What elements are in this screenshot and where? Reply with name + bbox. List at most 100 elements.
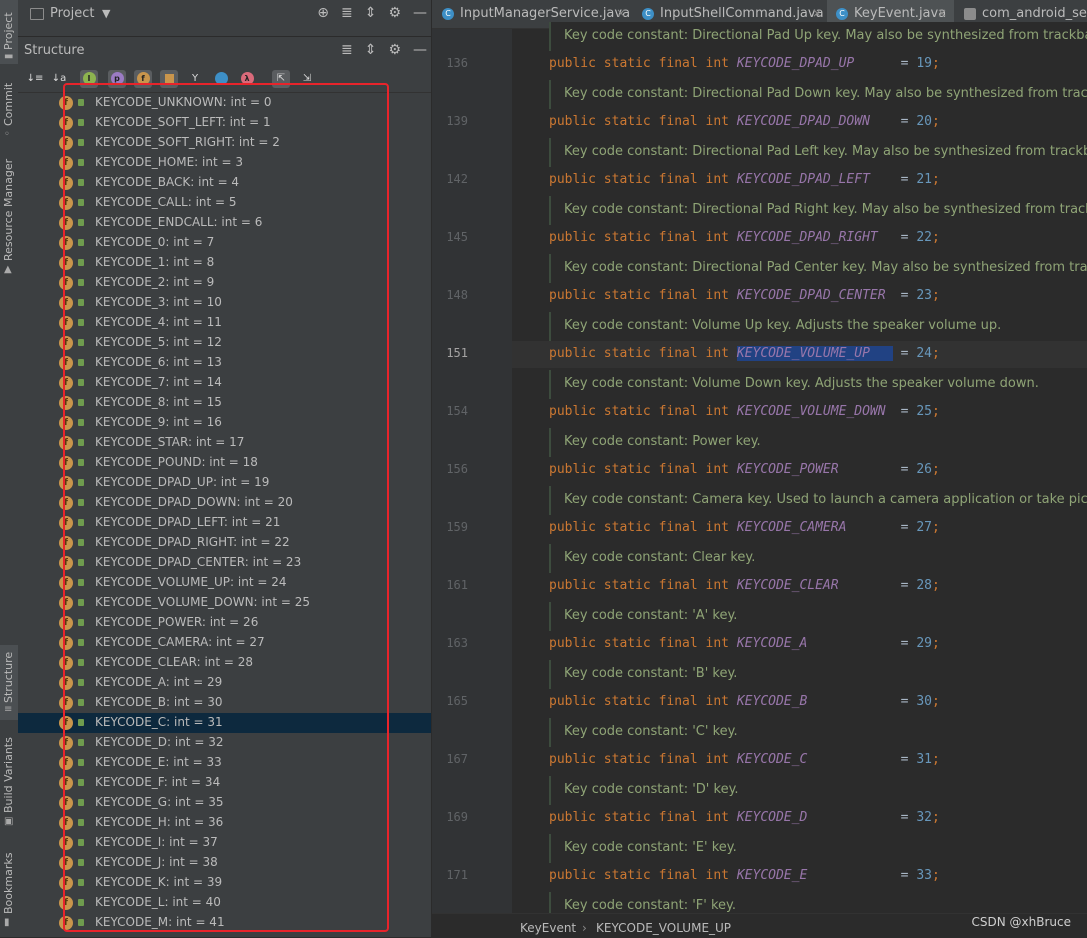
code-line[interactable]: public static final int KEYCODE_VOLUME_U… <box>549 346 940 361</box>
structure-tree-item[interactable]: f KEYCODE_SOFT_RIGHT: int = 2 <box>18 133 431 153</box>
code-line[interactable]: public static final int KEYCODE_E = 33; <box>549 868 940 883</box>
code-line[interactable]: public static final int KEYCODE_C = 31; <box>549 752 940 767</box>
expand-all-icon[interactable]: ⇕ <box>365 42 377 58</box>
show-lambdas-icon[interactable]: Y <box>186 70 204 88</box>
structure-tree-item[interactable]: f KEYCODE_J: int = 38 <box>18 853 431 873</box>
structure-tree-item[interactable]: f KEYCODE_D: int = 32 <box>18 733 431 753</box>
code-line[interactable]: public static final int KEYCODE_VOLUME_D… <box>549 404 940 419</box>
structure-tree-item[interactable]: f KEYCODE_CAMERA: int = 27 <box>18 633 431 653</box>
structure-tree-item[interactable]: f KEYCODE_2: int = 9 <box>18 273 431 293</box>
public-lock-icon <box>78 639 84 646</box>
show-fields-icon[interactable]: f <box>134 70 152 88</box>
build-variants-tool-tab[interactable]: Build Variants ▣ <box>0 735 18 830</box>
javadoc-text: Key code constant: Directional Pad Left … <box>564 144 1087 159</box>
structure-tree-item[interactable]: f KEYCODE_3: int = 10 <box>18 293 431 313</box>
hide-icon[interactable]: — <box>413 5 427 21</box>
public-lock-icon <box>78 439 84 446</box>
show-non-public-icon[interactable] <box>160 70 178 88</box>
javadoc-text: Key code constant: 'A' key. <box>564 608 738 623</box>
structure-tree-item[interactable]: f KEYCODE_5: int = 12 <box>18 333 431 353</box>
semicolon: ; <box>931 346 940 361</box>
expand-all-icon[interactable]: ⇕ <box>365 5 377 21</box>
code-line[interactable]: public static final int KEYCODE_DPAD_DOW… <box>549 114 940 129</box>
structure-tree-item[interactable]: f KEYCODE_7: int = 14 <box>18 373 431 393</box>
assign-operator: = <box>892 520 917 535</box>
structure-tree-item[interactable]: f KEYCODE_1: int = 8 <box>18 253 431 273</box>
hide-icon[interactable]: — <box>413 42 427 58</box>
structure-tree-item[interactable]: f KEYCODE_L: int = 40 <box>18 893 431 913</box>
structure-tree-item[interactable]: f KEYCODE_6: int = 13 <box>18 353 431 373</box>
resource-manager-tool-tab[interactable]: Resource Manager ▲ <box>0 155 18 280</box>
code-line[interactable]: public static final int KEYCODE_CLEAR = … <box>549 578 940 593</box>
project-tool-tab[interactable]: Project ▬ <box>0 0 18 64</box>
show-inherited-icon[interactable]: I <box>80 70 98 88</box>
structure-tree-item[interactable]: f KEYCODE_E: int = 33 <box>18 753 431 773</box>
structure-tree-item[interactable]: f KEYCODE_9: int = 16 <box>18 413 431 433</box>
structure-tree-item[interactable]: f KEYCODE_CALL: int = 5 <box>18 193 431 213</box>
show-lambda-icon[interactable]: λ <box>238 70 256 88</box>
structure-tree-item[interactable]: f KEYCODE_HOME: int = 3 <box>18 153 431 173</box>
structure-tree-item[interactable]: f KEYCODE_G: int = 35 <box>18 793 431 813</box>
structure-tree-item[interactable]: f KEYCODE_UNKNOWN: int = 0 <box>18 93 431 113</box>
structure-tree-item[interactable]: f KEYCODE_DPAD_DOWN: int = 20 <box>18 493 431 513</box>
code-line[interactable]: public static final int KEYCODE_DPAD_LEF… <box>549 172 940 187</box>
code-line[interactable]: public static final int KEYCODE_A = 29; <box>549 636 940 651</box>
autoscroll-from-source-icon[interactable]: ⇲ <box>298 70 316 88</box>
chevron-down-icon[interactable]: ▼ <box>102 7 110 20</box>
breadcrumb-field[interactable]: KEYCODE_VOLUME_UP <box>596 921 731 935</box>
locate-icon[interactable]: ⊕ <box>317 5 329 21</box>
structure-tree-item[interactable]: f KEYCODE_0: int = 7 <box>18 233 431 253</box>
structure-tree-item[interactable]: f KEYCODE_A: int = 29 <box>18 673 431 693</box>
structure-tree-item[interactable]: f KEYCODE_8: int = 15 <box>18 393 431 413</box>
structure-tree-item[interactable]: f KEYCODE_CLEAR: int = 28 <box>18 653 431 673</box>
structure-tool-tab[interactable]: Structure ≡ <box>0 645 18 720</box>
project-panel-title[interactable]: Project <box>50 6 94 21</box>
commit-tool-tab[interactable]: Commit ◦ <box>0 78 18 148</box>
code-line[interactable]: public static final int KEYCODE_DPAD_UP … <box>549 56 940 71</box>
gear-icon[interactable]: ⚙ <box>388 42 401 58</box>
breadcrumb-class[interactable]: KeyEvent <box>520 921 576 935</box>
structure-tree-item[interactable]: f KEYCODE_VOLUME_DOWN: int = 25 <box>18 593 431 613</box>
close-icon[interactable]: × <box>812 6 822 20</box>
structure-tree-item[interactable]: f KEYCODE_I: int = 37 <box>18 833 431 853</box>
collapse-all-icon[interactable]: ≣ <box>341 5 353 21</box>
code-line[interactable]: public static final int KEYCODE_CAMERA =… <box>549 520 940 535</box>
gear-icon[interactable]: ⚙ <box>388 5 401 21</box>
code-line[interactable]: public static final int KEYCODE_POWER = … <box>549 462 940 477</box>
sort-by-visibility-icon[interactable]: ↓≡ <box>26 70 44 88</box>
structure-tree-item[interactable]: f KEYCODE_4: int = 11 <box>18 313 431 333</box>
structure-tree-item[interactable]: f KEYCODE_POUND: int = 18 <box>18 453 431 473</box>
code-line[interactable]: public static final int KEYCODE_D = 32; <box>549 810 940 825</box>
collapse-all-icon[interactable]: ≣ <box>341 42 353 58</box>
structure-tree-item[interactable]: f KEYCODE_STAR: int = 17 <box>18 433 431 453</box>
code-line[interactable]: public static final int KEYCODE_B = 30; <box>549 694 940 709</box>
close-icon[interactable]: × <box>937 6 947 20</box>
public-lock-icon <box>78 719 84 726</box>
sort-alphabetically-icon[interactable]: ↓a <box>50 70 68 88</box>
code-line[interactable]: public static final int KEYCODE_DPAD_CEN… <box>549 288 940 303</box>
code-line[interactable]: public static final int KEYCODE_DPAD_RIG… <box>549 230 940 245</box>
structure-tree-item[interactable]: f KEYCODE_SOFT_LEFT: int = 1 <box>18 113 431 133</box>
public-lock-icon <box>78 479 84 486</box>
structure-tree-item[interactable]: f KEYCODE_B: int = 30 <box>18 693 431 713</box>
close-icon[interactable]: × <box>616 6 626 20</box>
structure-tree-item[interactable]: f KEYCODE_DPAD_LEFT: int = 21 <box>18 513 431 533</box>
structure-tree-item[interactable]: f KEYCODE_C: int = 31 <box>18 713 431 733</box>
show-properties-icon[interactable]: p <box>108 70 126 88</box>
structure-tree-item[interactable]: f KEYCODE_VOLUME_UP: int = 24 <box>18 573 431 593</box>
structure-tree-item[interactable]: f KEYCODE_DPAD_CENTER: int = 23 <box>18 553 431 573</box>
show-anonymous-icon[interactable] <box>212 70 230 88</box>
structure-tree-item[interactable]: f KEYCODE_K: int = 39 <box>18 873 431 893</box>
editor-tab-label: com_android_serv <box>982 6 1087 21</box>
structure-tree-item[interactable]: f KEYCODE_F: int = 34 <box>18 773 431 793</box>
structure-tree-item[interactable]: f KEYCODE_BACK: int = 4 <box>18 173 431 193</box>
structure-tree-item[interactable]: f KEYCODE_ENDCALL: int = 6 <box>18 213 431 233</box>
bookmarks-tool-tab[interactable]: Bookmarks ▮ <box>0 848 18 933</box>
structure-tree-item[interactable]: f KEYCODE_H: int = 36 <box>18 813 431 833</box>
structure-tree-item[interactable]: f KEYCODE_DPAD_UP: int = 19 <box>18 473 431 493</box>
structure-tree-item[interactable]: f KEYCODE_POWER: int = 26 <box>18 613 431 633</box>
structure-tree-item[interactable]: f KEYCODE_M: int = 41 <box>18 913 431 933</box>
autoscroll-to-source-icon[interactable]: ⇱ <box>272 70 290 88</box>
structure-tree-item[interactable]: f KEYCODE_DPAD_RIGHT: int = 22 <box>18 533 431 553</box>
